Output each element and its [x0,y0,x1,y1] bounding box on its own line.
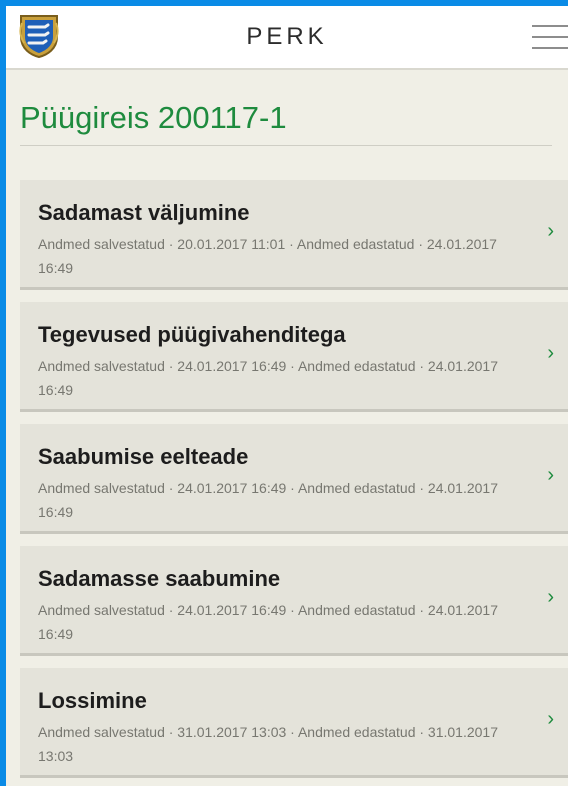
list-item-lossimine[interactable]: Lossimine Andmed salvestatud · 31.01.201… [20,668,568,778]
app-screen: PERK Püügireis 200117-1 Sadamast väljumi… [6,6,568,786]
item-title: Sadamasse saabumine [38,566,281,591]
menu-line [532,47,568,49]
chevron-right-icon: › [547,708,554,730]
item-title: Saabumise eelteade [38,444,249,469]
app-title: PERK [246,23,328,50]
hamburger-menu-button[interactable] [532,22,568,52]
item-meta: Andmed salvestatud · 24.01.2017 16:49 · … [38,480,498,520]
list-item-sadamast-valjumine[interactable]: Sadamast väljumine Andmed salvestatud · … [20,180,568,290]
menu-line [532,25,568,27]
chevron-right-icon: › [547,464,554,486]
list-item-saabumise-eelteade[interactable]: Saabumise eelteade Andmed salvestatud · … [20,424,568,534]
list-item-tegevused-puugivahenditega[interactable]: Tegevused püügivahenditega Andmed salves… [20,302,568,412]
item-meta: Andmed salvestatud · 20.01.2017 11:01 · … [38,236,497,276]
title-divider [20,145,552,146]
trip-steps-list: Sadamast väljumine Andmed salvestatud · … [20,180,568,786]
page-title: Püügireis 200117-1 [20,100,287,135]
item-title: Tegevused püügivahenditega [38,322,346,347]
item-meta: Andmed salvestatud · 24.01.2017 16:49 · … [38,602,498,642]
menu-line [532,36,568,38]
item-meta: Andmed salvestatud · 31.01.2017 13:03 · … [38,724,498,764]
chevron-right-icon: › [547,342,554,364]
item-title: Lossimine [38,688,147,713]
chevron-right-icon: › [547,586,554,608]
item-title: Sadamast väljumine [38,200,250,225]
top-bar: PERK [6,6,568,70]
chevron-right-icon: › [547,220,554,242]
item-meta: Andmed salvestatud · 24.01.2017 16:49 · … [38,358,498,398]
list-item-sadamasse-saabumine[interactable]: Sadamasse saabumine Andmed salvestatud ·… [20,546,568,656]
